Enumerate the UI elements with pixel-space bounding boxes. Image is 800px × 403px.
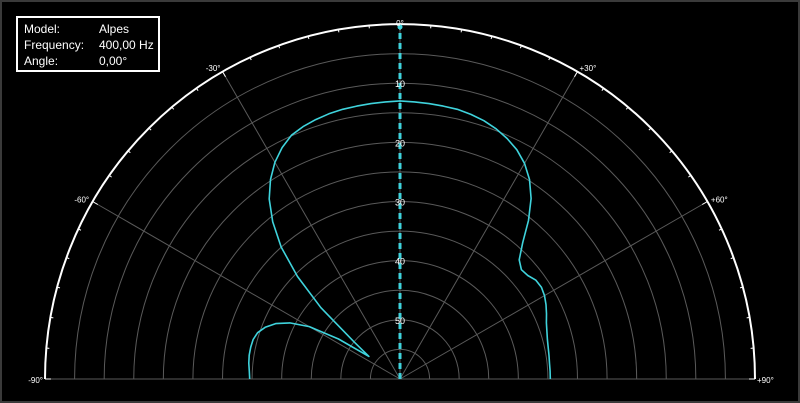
arc-tick: [108, 174, 112, 178]
arc-tick: [50, 316, 54, 319]
radial-label-10: 10: [395, 79, 405, 89]
angle-label: Angle:: [24, 54, 59, 68]
radial-label-50: 50: [395, 316, 405, 326]
radial-label-30: 30: [395, 198, 405, 208]
angle-label: 0°: [396, 19, 404, 28]
arc-tick: [92, 201, 99, 205]
angle-label: -90°: [28, 376, 43, 385]
angle-label: +90°: [757, 376, 774, 385]
grid-spoke-30: [399, 71, 578, 380]
angle-label: -60°: [74, 196, 89, 205]
arc-tick: [574, 71, 578, 78]
model-label: Model:: [24, 22, 61, 36]
arc-tick: [688, 174, 692, 178]
arc-tick: [337, 29, 340, 33]
arc-tick: [746, 316, 750, 319]
model-value: Alpes: [99, 22, 130, 36]
angle-label: +60°: [711, 196, 728, 205]
arc-tick: [195, 87, 199, 91]
arc-tick: [601, 87, 605, 91]
angle-label: -30°: [206, 64, 221, 73]
frequency-row: Frequency: 400,00 Hz: [24, 37, 158, 53]
arc-tick: [701, 201, 708, 205]
grid-spoke-m30: [222, 71, 401, 380]
angle-value: 0,00°: [99, 54, 128, 68]
radial-label-20: 20: [395, 138, 405, 148]
angle-label: +30°: [580, 64, 597, 73]
arc-tick: [460, 29, 463, 33]
model-row: Model: Alpes: [24, 21, 158, 37]
arc-tick: [222, 71, 226, 78]
info-box: Model: Alpes Frequency: 400,00 Hz Angle:…: [16, 16, 160, 72]
grid-spoke-60: [399, 201, 708, 380]
frequency-label: Frequency:: [24, 38, 85, 52]
grid-spoke-m60: [92, 201, 401, 380]
radial-label-40: 40: [395, 257, 405, 267]
frequency-value: 400,00 Hz: [99, 38, 154, 52]
angle-row: Angle: 0,00°: [24, 53, 158, 69]
